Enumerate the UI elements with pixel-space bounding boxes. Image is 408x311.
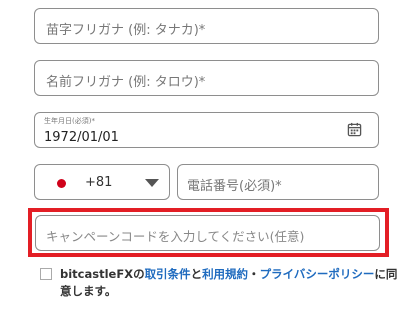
link-trading-terms[interactable]: 取引条件 xyxy=(145,267,191,281)
agreement-text-dot: ・ xyxy=(248,267,260,281)
birthdate-field[interactable]: 生年月日(必須)* 1972/01/01 xyxy=(34,112,379,148)
link-privacy-policy[interactable]: プライバシーポリシー xyxy=(260,267,375,281)
agreement-text-no: の xyxy=(133,267,145,281)
birthdate-value: 1972/01/01 xyxy=(44,130,119,145)
kana-given-name-field[interactable]: 名前フリガナ (例: タロウ)* xyxy=(34,60,379,96)
kana-surname-field[interactable]: 苗字フリガナ (例: タナカ)* xyxy=(34,8,379,44)
japan-flag-icon xyxy=(57,179,66,188)
chevron-down-icon xyxy=(145,179,159,187)
link-terms-of-use[interactable]: 利用規約 xyxy=(202,267,248,281)
phone-number-placeholder: 電話番号(必須)* xyxy=(187,179,282,194)
country-code-select[interactable]: +81 xyxy=(34,164,170,200)
kana-surname-placeholder: 苗字フリガナ (例: タナカ)* xyxy=(46,23,206,38)
campaign-code-placeholder: キャンペーンコードを入力してください(任意) xyxy=(46,229,305,244)
agreement-checkbox[interactable] xyxy=(40,268,52,280)
birthdate-label: 生年月日(必須)* xyxy=(44,117,95,125)
country-code-value: +81 xyxy=(85,175,113,190)
agreement-text: bitcastleFXの取引条件と利用規約・プライバシーポリシーに同意します。 xyxy=(60,266,400,300)
agreement-text-and: と xyxy=(190,267,203,281)
phone-number-field[interactable]: 電話番号(必須)* xyxy=(177,164,379,200)
kana-given-name-placeholder: 名前フリガナ (例: タロウ)* xyxy=(46,75,206,90)
campaign-code-field[interactable]: キャンペーンコードを入力してください(任意) xyxy=(35,215,380,251)
calendar-icon[interactable] xyxy=(347,122,362,137)
brand-name: bitcastleFX xyxy=(60,267,134,281)
